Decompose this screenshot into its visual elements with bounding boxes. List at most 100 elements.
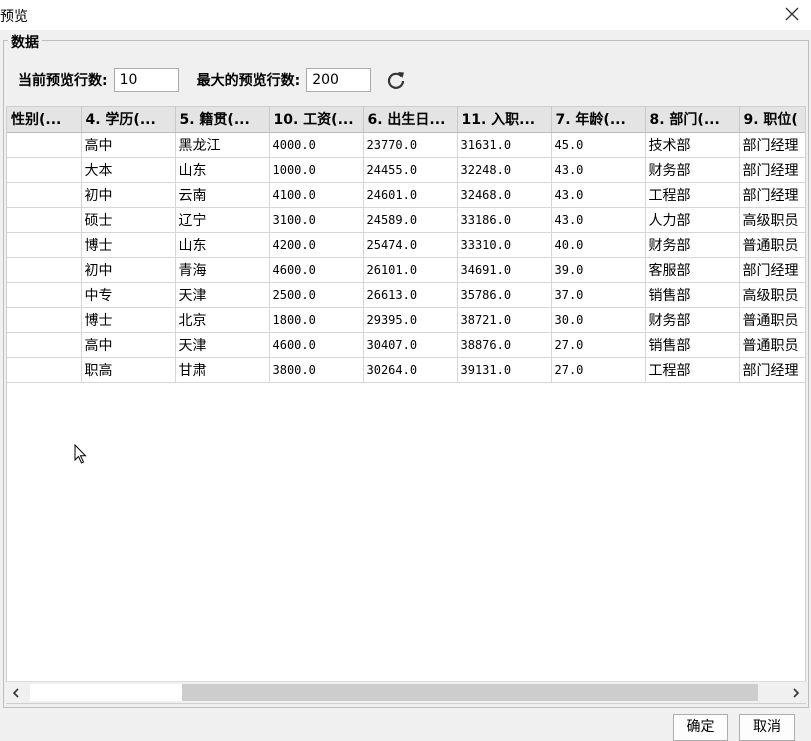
table-cell[interactable]: 甘肃: [175, 357, 270, 383]
table-cell[interactable]: 高中: [81, 332, 176, 358]
table-cell[interactable]: 35786.0: [457, 282, 552, 308]
table-cell[interactable]: 39131.0: [457, 357, 552, 383]
scroll-right-button[interactable]: [786, 682, 806, 704]
table-cell[interactable]: 1000.0: [269, 157, 364, 183]
table-cell[interactable]: [7, 232, 82, 258]
table-cell[interactable]: 29395.0: [363, 307, 458, 333]
table-cell[interactable]: 30407.0: [363, 332, 458, 358]
horizontal-scrollbar[interactable]: [6, 681, 806, 703]
table-cell[interactable]: 高中: [81, 132, 176, 158]
table-cell[interactable]: 4100.0: [269, 182, 364, 208]
ok-button[interactable]: 确定: [673, 714, 728, 741]
table-cell[interactable]: 高级职员: [739, 207, 805, 233]
table-cell[interactable]: 销售部: [645, 332, 740, 358]
table-cell[interactable]: 3800.0: [269, 357, 364, 383]
table-cell[interactable]: 中专: [81, 282, 176, 308]
table-cell[interactable]: 30.0: [551, 307, 646, 333]
table-cell[interactable]: 技术部: [645, 132, 740, 158]
table-cell[interactable]: 财务部: [645, 232, 740, 258]
table-cell[interactable]: 31631.0: [457, 132, 552, 158]
table-cell[interactable]: 30264.0: [363, 357, 458, 383]
table-row[interactable]: 中专 天津 2500.0 26613.0 35786.0 37.0 销售部 高级…: [7, 282, 805, 308]
table-cell[interactable]: 部门经理: [739, 182, 805, 208]
close-icon[interactable]: [781, 3, 803, 25]
table-cell[interactable]: [7, 157, 82, 183]
table-row[interactable]: 职高 甘肃 3800.0 30264.0 39131.0 27.0 工程部 部门…: [7, 357, 805, 383]
table-cell[interactable]: 37.0: [551, 282, 646, 308]
table-cell[interactable]: 销售部: [645, 282, 740, 308]
table-cell[interactable]: 4600.0: [269, 257, 364, 283]
table-cell[interactable]: [7, 307, 82, 333]
table-cell[interactable]: [7, 257, 82, 283]
scrollbar-thumb[interactable]: [30, 684, 182, 701]
table-cell[interactable]: 工程部: [645, 182, 740, 208]
column-header-education[interactable]: 4. 学历(...: [81, 107, 176, 133]
table-cell[interactable]: 博士: [81, 307, 176, 333]
table-row[interactable]: 初中 青海 4600.0 26101.0 34691.0 39.0 客服部 部门…: [7, 257, 805, 283]
table-cell[interactable]: 24589.0: [363, 207, 458, 233]
table-cell[interactable]: 山东: [175, 232, 270, 258]
max-rows-input[interactable]: [306, 68, 372, 92]
table-cell[interactable]: 24601.0: [363, 182, 458, 208]
table-cell[interactable]: [7, 357, 82, 383]
table-cell[interactable]: 27.0: [551, 332, 646, 358]
table-cell[interactable]: 26101.0: [363, 257, 458, 283]
table-cell[interactable]: 38721.0: [457, 307, 552, 333]
table-cell[interactable]: 辽宁: [175, 207, 270, 233]
table-cell[interactable]: 青海: [175, 257, 270, 283]
data-table-viewport[interactable]: 性别(... 4. 学历(... 5. 籍贯(... 10. 工资(... 6.…: [6, 106, 806, 704]
table-cell[interactable]: 天津: [175, 282, 270, 308]
table-cell[interactable]: 工程部: [645, 357, 740, 383]
column-header-gender[interactable]: 性别(...: [7, 107, 82, 133]
table-row[interactable]: 大本 山东 1000.0 24455.0 32248.0 43.0 财务部 部门…: [7, 157, 805, 183]
table-cell[interactable]: 天津: [175, 332, 270, 358]
table-cell[interactable]: 45.0: [551, 132, 646, 158]
table-cell[interactable]: 初中: [81, 257, 176, 283]
column-header-native-place[interactable]: 5. 籍贯(...: [175, 107, 270, 133]
table-cell[interactable]: [7, 132, 82, 158]
table-cell[interactable]: 高级职员: [739, 282, 805, 308]
table-cell[interactable]: 财务部: [645, 157, 740, 183]
table-cell[interactable]: 博士: [81, 232, 176, 258]
table-cell[interactable]: 34691.0: [457, 257, 552, 283]
table-cell[interactable]: 普通职员: [739, 307, 805, 333]
cancel-button[interactable]: 取消: [739, 714, 795, 741]
table-row[interactable]: 硕士 辽宁 3100.0 24589.0 33186.0 43.0 人力部 高级…: [7, 207, 805, 233]
table-cell[interactable]: 3100.0: [269, 207, 364, 233]
table-cell[interactable]: 23770.0: [363, 132, 458, 158]
table-cell[interactable]: 43.0: [551, 157, 646, 183]
table-cell[interactable]: 4600.0: [269, 332, 364, 358]
table-cell[interactable]: [7, 182, 82, 208]
table-cell[interactable]: 大本: [81, 157, 176, 183]
table-cell[interactable]: 职高: [81, 357, 176, 383]
table-cell[interactable]: 43.0: [551, 182, 646, 208]
table-cell[interactable]: 4000.0: [269, 132, 364, 158]
table-cell[interactable]: [7, 207, 82, 233]
table-cell[interactable]: 普通职员: [739, 232, 805, 258]
table-cell[interactable]: 38876.0: [457, 332, 552, 358]
column-header-age[interactable]: 7. 年龄(...: [551, 107, 646, 133]
table-cell[interactable]: 24455.0: [363, 157, 458, 183]
table-cell[interactable]: 山东: [175, 157, 270, 183]
table-cell[interactable]: 4200.0: [269, 232, 364, 258]
table-cell[interactable]: 2500.0: [269, 282, 364, 308]
table-cell[interactable]: [7, 332, 82, 358]
table-cell[interactable]: 财务部: [645, 307, 740, 333]
table-row[interactable]: 高中 黑龙江 4000.0 23770.0 31631.0 45.0 技术部 部…: [7, 132, 805, 158]
table-cell[interactable]: 43.0: [551, 207, 646, 233]
table-cell[interactable]: 39.0: [551, 257, 646, 283]
scroll-left-button[interactable]: [6, 682, 26, 704]
table-cell[interactable]: 32468.0: [457, 182, 552, 208]
column-header-hire-date[interactable]: 11. 入职...: [457, 107, 552, 133]
table-cell[interactable]: 33310.0: [457, 232, 552, 258]
column-header-department[interactable]: 8. 部门(...: [645, 107, 740, 133]
table-cell[interactable]: 40.0: [551, 232, 646, 258]
table-row[interactable]: 博士 山东 4200.0 25474.0 33310.0 40.0 财务部 普通…: [7, 232, 805, 258]
column-header-position[interactable]: 9. 职位(: [739, 107, 805, 133]
table-cell[interactable]: 32248.0: [457, 157, 552, 183]
table-cell[interactable]: 普通职员: [739, 332, 805, 358]
table-cell[interactable]: 26613.0: [363, 282, 458, 308]
table-cell[interactable]: 人力部: [645, 207, 740, 233]
table-cell[interactable]: 27.0: [551, 357, 646, 383]
refresh-icon[interactable]: [385, 69, 407, 91]
